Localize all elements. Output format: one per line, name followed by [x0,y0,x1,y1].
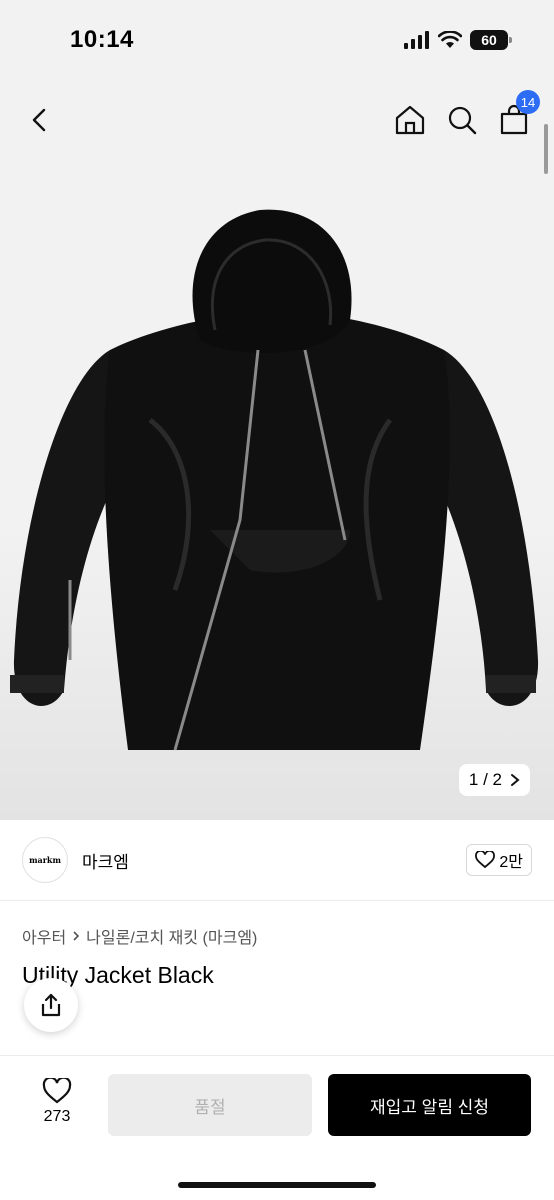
brand-row: markm 마크엠 2만 [22,830,532,890]
home-button[interactable] [392,102,428,138]
product-image[interactable] [0,190,554,770]
search-icon [448,106,477,135]
home-indicator [178,1182,376,1188]
status-icons: 60 [404,30,512,50]
brand-logo-text: markm [29,855,61,865]
share-button[interactable] [24,978,78,1032]
back-button[interactable] [22,102,58,138]
chevron-right-icon [73,931,80,941]
wish-button[interactable]: 273 [28,1078,86,1126]
pager-text: 1 / 2 [468,770,502,789]
brand-name[interactable]: 마크엠 [82,848,129,873]
bottom-action-bar: 273 품절 재입고 알림 신청 [0,1055,554,1200]
signal-icon [404,31,429,49]
chevron-right-icon [511,774,520,786]
brand-like-count: 2만 [499,854,523,871]
status-time: 10:14 [70,26,134,53]
wifi-icon [438,31,462,48]
breadcrumb-subcategory[interactable]: 나일론/코치 재킷 (마크엠) [86,924,257,948]
status-bar: 10:14 60 [0,0,554,80]
wish-count: 273 [43,1108,71,1125]
cart-count-badge: 14 [516,90,540,114]
home-icon [395,105,425,135]
heart-icon [42,1078,72,1104]
heart-icon [475,851,496,869]
nav-actions: 14 [392,90,540,138]
battery-icon: 60 [470,30,512,50]
product-gallery[interactable]: 14 1 / 2 [0,80,554,820]
cart-button[interactable]: 14 [496,90,540,138]
divider [0,900,554,901]
brand-like-button[interactable]: 2만 [466,844,532,876]
share-icon [41,993,61,1017]
breadcrumb-category[interactable]: 아우터 [22,924,66,948]
image-pager[interactable]: 1 / 2 [458,764,530,796]
battery-level: 60 [481,32,497,48]
restock-alert-button[interactable]: 재입고 알림 신청 [328,1074,531,1136]
soldout-button: 품절 [108,1074,312,1136]
scrollbar[interactable] [544,124,548,174]
brand-logo[interactable]: markm [22,837,68,883]
search-button[interactable] [444,102,480,138]
breadcrumb: 아우터 나일론/코치 재킷 (마크엠) [22,924,257,948]
back-icon [32,108,46,132]
